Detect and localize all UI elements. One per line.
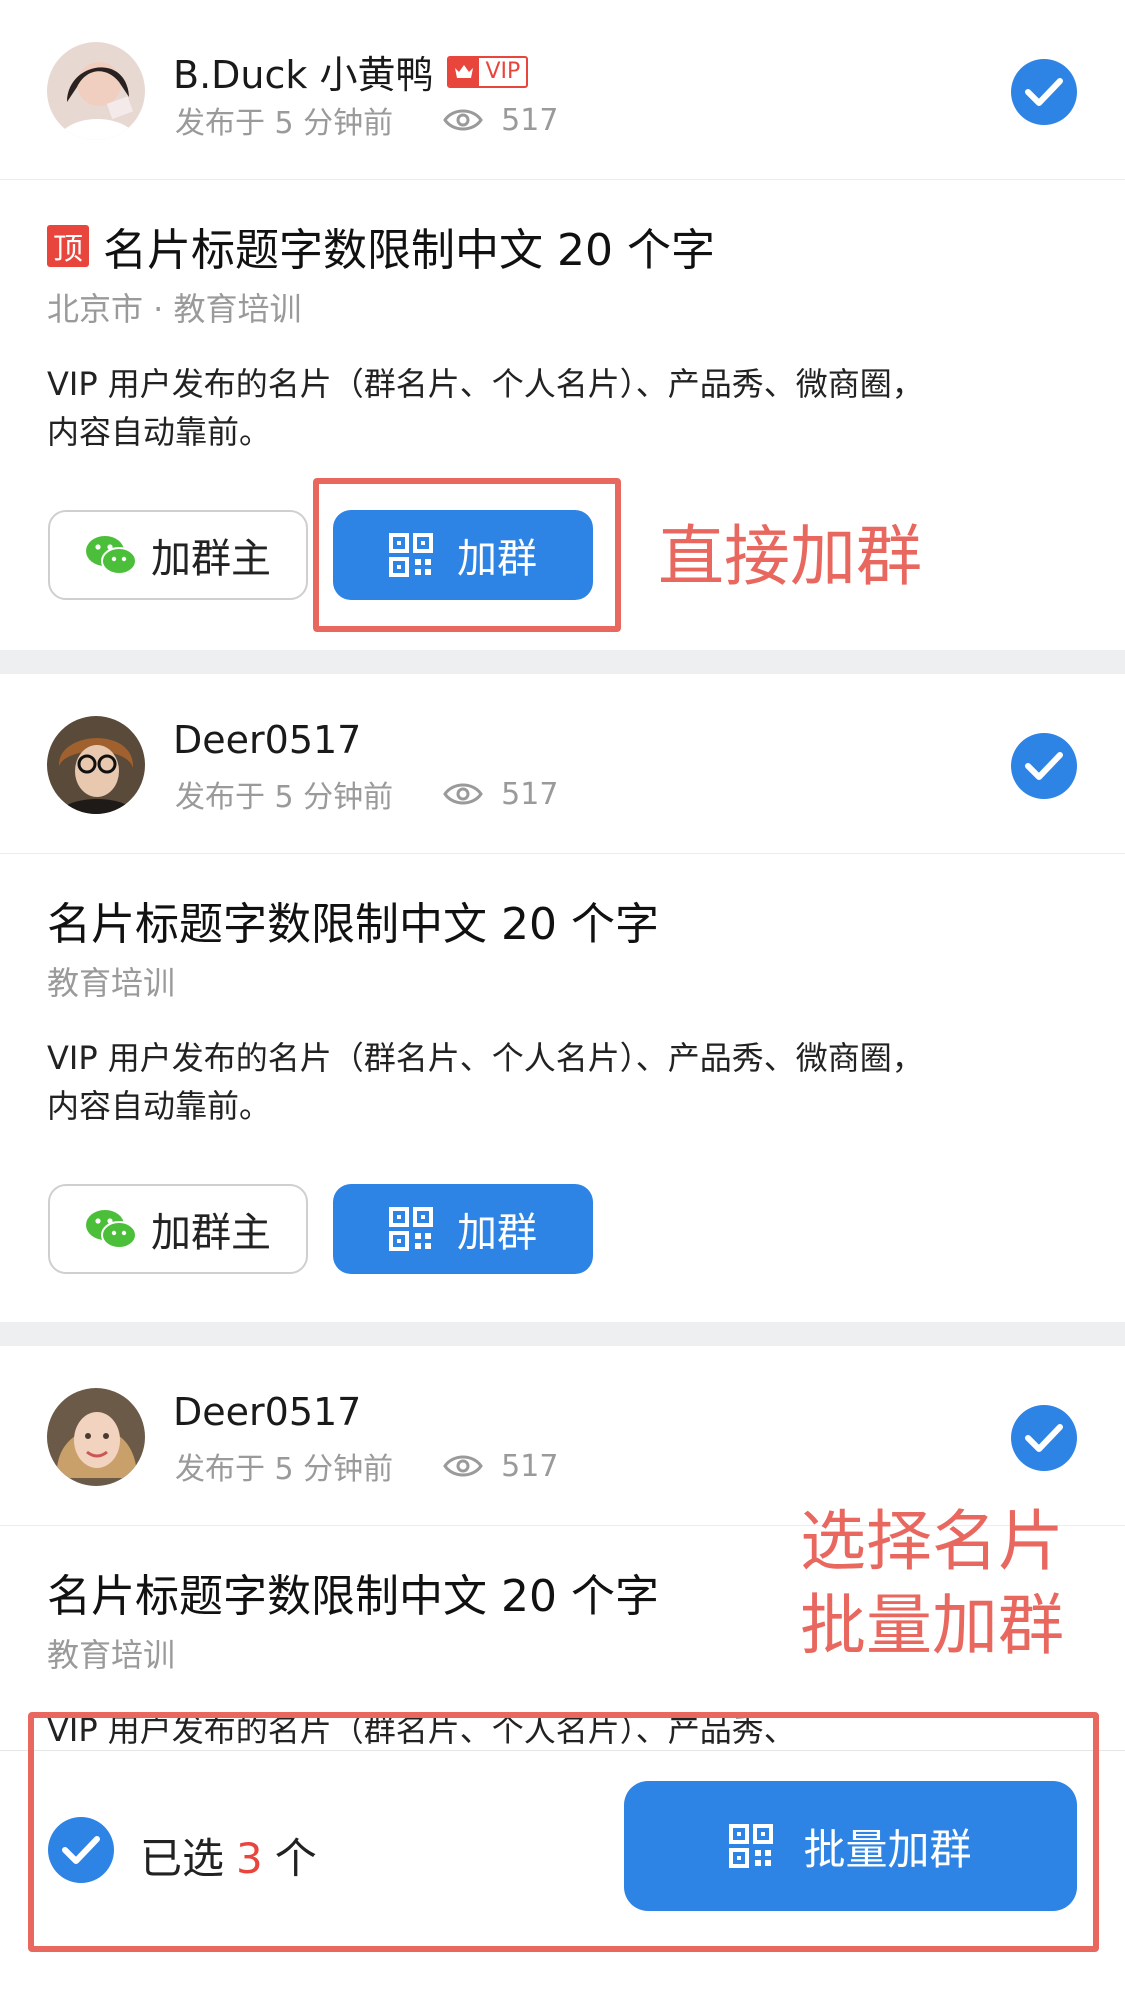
add-owner-button[interactable]: 加群主 bbox=[48, 1184, 308, 1274]
qr-code-icon bbox=[389, 1207, 433, 1251]
card-2: Deer0517 发布于 5 分钟前 517 名片标题字数限制中文 20 个字 … bbox=[0, 674, 1125, 1322]
posted-time: 发布于 5 分钟前 bbox=[175, 106, 394, 141]
eye-icon bbox=[443, 781, 483, 807]
card-title: 名片标题字数限制中文 20 个字 bbox=[47, 1571, 659, 1622]
view-count: 517 bbox=[501, 1448, 559, 1484]
crown-icon bbox=[449, 57, 480, 86]
card-description: VIP 用户发布的名片（群名片、个人名片）、产品秀、微商圈，内容自动靠前。 bbox=[47, 1039, 924, 1125]
view-count: 517 bbox=[501, 102, 559, 138]
annotation-box-direct-join bbox=[313, 478, 621, 632]
card-location: 教育培训 bbox=[47, 964, 176, 1002]
card-title: 顶 名片标题字数限制中文 20 个字 bbox=[47, 214, 715, 278]
post-meta: 发布于 5 分钟前 517 bbox=[175, 772, 558, 816]
card-header: B.Duck 小黄鸭 VIP 发布于 5 分钟前 517 bbox=[0, 0, 1125, 180]
section-divider bbox=[0, 650, 1125, 674]
annotation-batch-line2: 批量加群 bbox=[800, 1587, 1064, 1664]
card-location: 北京市 · 教育培训 bbox=[47, 290, 302, 328]
add-owner-button[interactable]: 加群主 bbox=[48, 510, 308, 600]
username: Deer0517 bbox=[173, 1390, 362, 1434]
avatar[interactable] bbox=[47, 1388, 145, 1486]
card-title: 名片标题字数限制中文 20 个字 bbox=[47, 899, 659, 950]
pinned-tag: 顶 bbox=[47, 225, 89, 267]
post-meta: 发布于 5 分钟前 517 bbox=[175, 1444, 558, 1488]
avatar[interactable] bbox=[47, 42, 145, 140]
card-location: 教育培训 bbox=[47, 1636, 176, 1674]
select-checkbox-icon[interactable] bbox=[1011, 1405, 1077, 1471]
username: Deer0517 bbox=[173, 718, 362, 762]
posted-time: 发布于 5 分钟前 bbox=[175, 1452, 394, 1487]
annotation-batch-line1: 选择名片 bbox=[800, 1503, 1064, 1580]
card-description: VIP 用户发布的名片（群名片、个人名片）、产品秀、微商圈，内容自动靠前。 bbox=[47, 365, 924, 451]
annotation-box-bottom-bar bbox=[28, 1712, 1099, 1952]
view-count: 517 bbox=[501, 776, 559, 812]
wechat-icon bbox=[85, 533, 137, 577]
posted-time: 发布于 5 分钟前 bbox=[175, 780, 394, 815]
vip-badge: VIP bbox=[447, 55, 529, 88]
annotation-direct-join: 直接加群 bbox=[658, 518, 922, 595]
username: B.Duck 小黄鸭 VIP bbox=[173, 44, 529, 99]
post-meta: 发布于 5 分钟前 517 bbox=[175, 98, 558, 142]
card-header: Deer0517 发布于 5 分钟前 517 bbox=[0, 674, 1125, 854]
wechat-icon bbox=[85, 1207, 137, 1251]
select-checkbox-icon[interactable] bbox=[1011, 733, 1077, 799]
select-checkbox-icon[interactable] bbox=[1011, 59, 1077, 125]
eye-icon bbox=[443, 107, 483, 133]
join-group-button[interactable]: 加群 bbox=[333, 1184, 593, 1274]
avatar[interactable] bbox=[47, 716, 145, 814]
section-divider bbox=[0, 1322, 1125, 1346]
card-header: Deer0517 发布于 5 分钟前 517 bbox=[0, 1346, 1125, 1526]
eye-icon bbox=[443, 1453, 483, 1479]
